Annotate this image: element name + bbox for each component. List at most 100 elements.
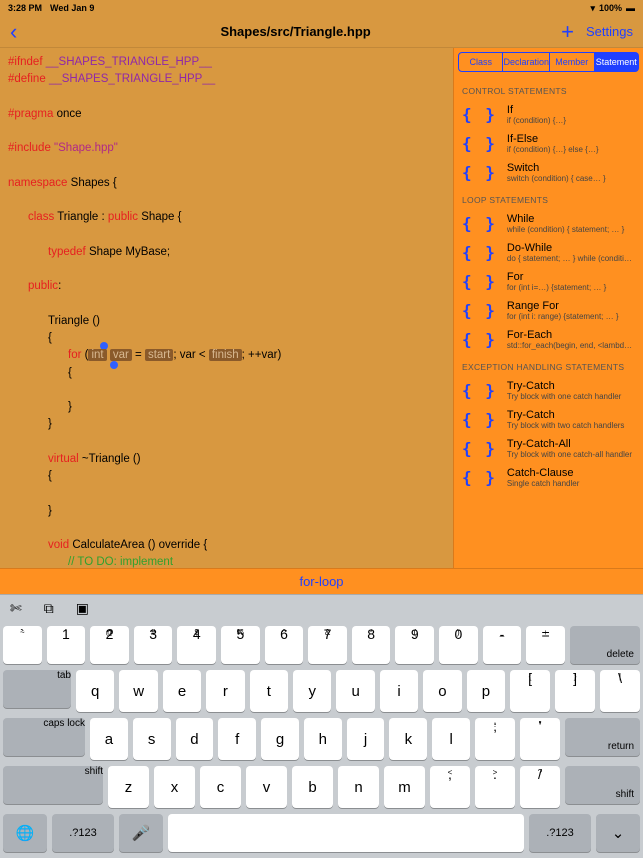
snippet-catch-clause[interactable]: { }Catch-ClauseSingle catch handler [454,463,643,492]
key-=[interactable]: += [526,626,565,664]
key-i[interactable]: i [380,670,418,712]
space-key[interactable] [168,814,524,852]
key-t[interactable]: t [250,670,288,712]
key-8[interactable]: *8 [352,626,391,664]
key-g[interactable]: g [261,718,299,760]
tab-key[interactable]: tab [3,670,71,708]
key-;[interactable]: :; [475,718,515,760]
shift-key[interactable]: shift [3,766,103,804]
key-'[interactable]: "' [520,718,560,760]
key-x[interactable]: x [154,766,195,808]
key-[[interactable]: {[ [510,670,550,712]
key-p[interactable]: p [467,670,505,712]
placeholder-finish[interactable]: finish [209,349,242,361]
shift-key-right[interactable]: shift [565,766,640,804]
snippet-range-for[interactable]: { }Range Forfor (int i: range) {statemen… [454,296,643,325]
key-m[interactable]: m [384,766,425,808]
dismiss-keyboard-key[interactable]: ⌄ [596,814,640,852]
suggestion-bar[interactable]: for-loop [0,568,643,594]
key-y[interactable]: y [293,670,331,712]
key-c[interactable]: c [200,766,241,808]
segment-control: Class Declaration Member Statement [458,52,639,72]
battery-icon: ▬ [626,3,635,13]
caps-lock-key[interactable]: caps lock [3,718,85,756]
key-3[interactable]: #3 [134,626,173,664]
braces-icon: { } [462,214,497,233]
snippet-switch[interactable]: { }Switchswitch (condition) { case… } [454,158,643,187]
key-w[interactable]: w [119,670,157,712]
placeholder-var[interactable]: var [110,349,132,361]
key-h[interactable]: h [304,718,342,760]
segment-class[interactable]: Class [458,52,503,72]
key-z[interactable]: z [108,766,149,808]
key-4[interactable]: $4 [177,626,216,664]
return-key[interactable]: return [565,718,640,756]
key-2[interactable]: @2 [90,626,129,664]
snippet-try-catch-2[interactable]: { }Try-CatchTry block with two catch han… [454,405,643,434]
braces-icon: { } [462,301,497,320]
braces-icon: { } [462,381,497,400]
code-editor[interactable]: #ifndef __SHAPES_TRIANGLE_HPP__ #define … [0,48,453,568]
globe-key[interactable]: 🌐 [3,814,47,852]
key-q[interactable]: q [76,670,114,712]
snippet-if[interactable]: { }Ifif (condition) {…} [454,100,643,129]
snippet-try-catch-all[interactable]: { }Try-Catch-AllTry block with one catch… [454,434,643,463]
key-5[interactable]: %5 [221,626,260,664]
key-r[interactable]: r [206,670,244,712]
key-1[interactable]: !1 [47,626,86,664]
key-a[interactable]: a [90,718,128,760]
key-\[interactable]: |\ [600,670,640,712]
braces-icon: { } [462,468,497,487]
section-head: EXCEPTION HANDLING STATEMENTS [454,354,643,376]
key-f[interactable]: f [218,718,256,760]
placeholder-type[interactable]: int [88,349,106,361]
key-9[interactable]: (9 [395,626,434,664]
key-l[interactable]: l [432,718,470,760]
snippet-do-while[interactable]: { }Do-Whiledo { statement; … } while (co… [454,238,643,267]
key-.[interactable]: >. [475,766,515,808]
key-b[interactable]: b [292,766,333,808]
key-v[interactable]: v [246,766,287,808]
mode-key-right[interactable]: .?123 [529,814,591,852]
key-s[interactable]: s [133,718,171,760]
snippet-while[interactable]: { }Whilewhile (condition) { statement; …… [454,209,643,238]
snippet-for-each[interactable]: { }For-Eachstd::for_each(begin, end, <la… [454,325,643,354]
battery-percent: 100% [599,3,622,13]
paste-icon[interactable]: ▣ [76,600,89,617]
key-7[interactable]: &7 [308,626,347,664]
mic-key[interactable]: 🎤 [119,814,163,852]
segment-member[interactable]: Member [550,52,594,72]
placeholder-start[interactable]: start [145,349,173,361]
keyboard: ~`!1@2#3$4%5^6&7*8(9)0_-+=delete tabqwer… [0,622,643,858]
header-bar: ‹ Shapes/src/Triangle.hpp + Settings [0,16,643,48]
key-/[interactable]: ?/ [520,766,560,808]
copy-icon[interactable]: ⧉ [44,600,54,617]
key--[interactable]: _- [483,626,522,664]
braces-icon: { } [462,105,497,124]
key-`[interactable]: ~` [3,626,42,664]
add-button[interactable]: + [561,19,574,45]
snippet-try-catch[interactable]: { }Try-CatchTry block with one catch han… [454,376,643,405]
segment-statement[interactable]: Statement [595,52,639,72]
braces-icon: { } [462,410,497,429]
snippet-if-else[interactable]: { }If-Elseif (condition) {…} else {…} [454,129,643,158]
key-o[interactable]: o [423,670,461,712]
back-button[interactable]: ‹ [10,19,30,45]
key-][interactable]: }] [555,670,595,712]
segment-declaration[interactable]: Declaration [503,52,550,72]
mode-key[interactable]: .?123 [52,814,114,852]
braces-icon: { } [462,439,497,458]
key-6[interactable]: ^6 [265,626,304,664]
key-j[interactable]: j [347,718,385,760]
key-d[interactable]: d [176,718,214,760]
settings-button[interactable]: Settings [586,24,633,39]
key-e[interactable]: e [163,670,201,712]
delete-key[interactable]: delete [570,626,640,664]
key-u[interactable]: u [336,670,374,712]
cut-icon[interactable]: ✄ [10,600,22,617]
key-0[interactable]: )0 [439,626,478,664]
key-n[interactable]: n [338,766,379,808]
snippet-for[interactable]: { }Forfor (int i=…) {statement; … } [454,267,643,296]
key-,[interactable]: <, [430,766,470,808]
key-k[interactable]: k [389,718,427,760]
